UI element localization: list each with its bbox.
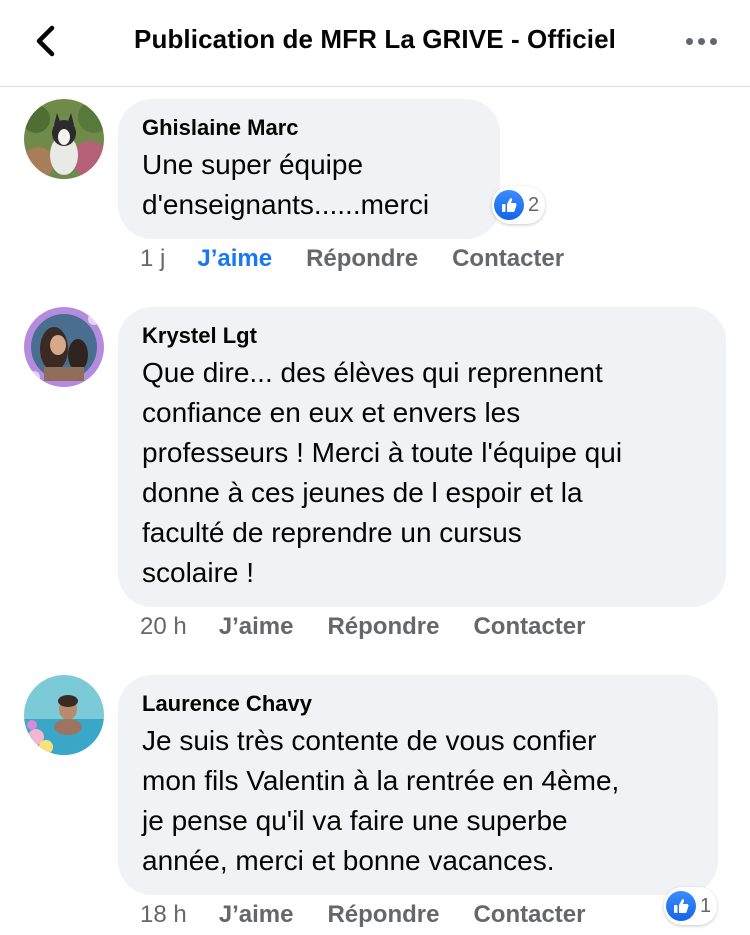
comment-author[interactable]: Ghislaine Marc	[142, 115, 476, 141]
comment-timestamp[interactable]: 18 h	[140, 901, 187, 928]
avatar[interactable]	[24, 675, 104, 755]
comment-text: Je suis très contente de vous confier mo…	[142, 725, 620, 876]
comment-text: Une super équipe d'enseignants......merc…	[142, 149, 430, 220]
comment-author[interactable]: Krystel Lgt	[142, 323, 702, 349]
comment-timestamp[interactable]: 1 j	[140, 245, 165, 272]
reaction-badge[interactable]: 2	[492, 186, 546, 224]
comment-actions: 20 h J’aime Répondre Contacter	[140, 613, 619, 641]
more-options-button[interactable]	[682, 26, 722, 56]
comment-author[interactable]: Laurence Chavy	[142, 691, 694, 717]
contact-button[interactable]: Contacter	[473, 901, 585, 928]
comment-bubble: Ghislaine Marc Une super équipe d'enseig…	[118, 99, 500, 239]
like-button[interactable]: J’aime	[197, 245, 272, 272]
reply-button[interactable]: Répondre	[306, 245, 418, 272]
reply-button[interactable]: Répondre	[327, 901, 439, 928]
top-bar: Publication de MFR La GRIVE - Officiel	[0, 0, 750, 87]
contact-button[interactable]: Contacter	[473, 613, 585, 640]
reaction-count: 1	[700, 894, 712, 917]
reaction-badge[interactable]: 1	[664, 887, 718, 925]
avatar[interactable]	[24, 307, 104, 387]
reply-button[interactable]: Répondre	[327, 613, 439, 640]
like-button[interactable]: J’aime	[219, 901, 294, 928]
comment-actions: 18 h J’aime Répondre Contacter	[140, 901, 619, 929]
comment-timestamp[interactable]: 20 h	[140, 613, 187, 640]
avatar[interactable]	[24, 99, 104, 179]
comment-bubble: Krystel Lgt Que dire... des élèves qui r…	[118, 307, 726, 607]
like-thumb-icon	[494, 190, 524, 220]
contact-button[interactable]: Contacter	[452, 245, 564, 272]
comment-bubble: Laurence Chavy Je suis très contente de …	[118, 675, 718, 895]
comment-text: Que dire... des élèves qui reprennent co…	[142, 357, 623, 588]
like-button[interactable]: J’aime	[219, 613, 294, 640]
comment-actions: 1 j J’aime Répondre Contacter	[140, 245, 598, 273]
reaction-count: 2	[528, 193, 540, 216]
page-title: Publication de MFR La GRIVE - Officiel	[134, 24, 616, 54]
like-thumb-icon	[666, 891, 696, 921]
